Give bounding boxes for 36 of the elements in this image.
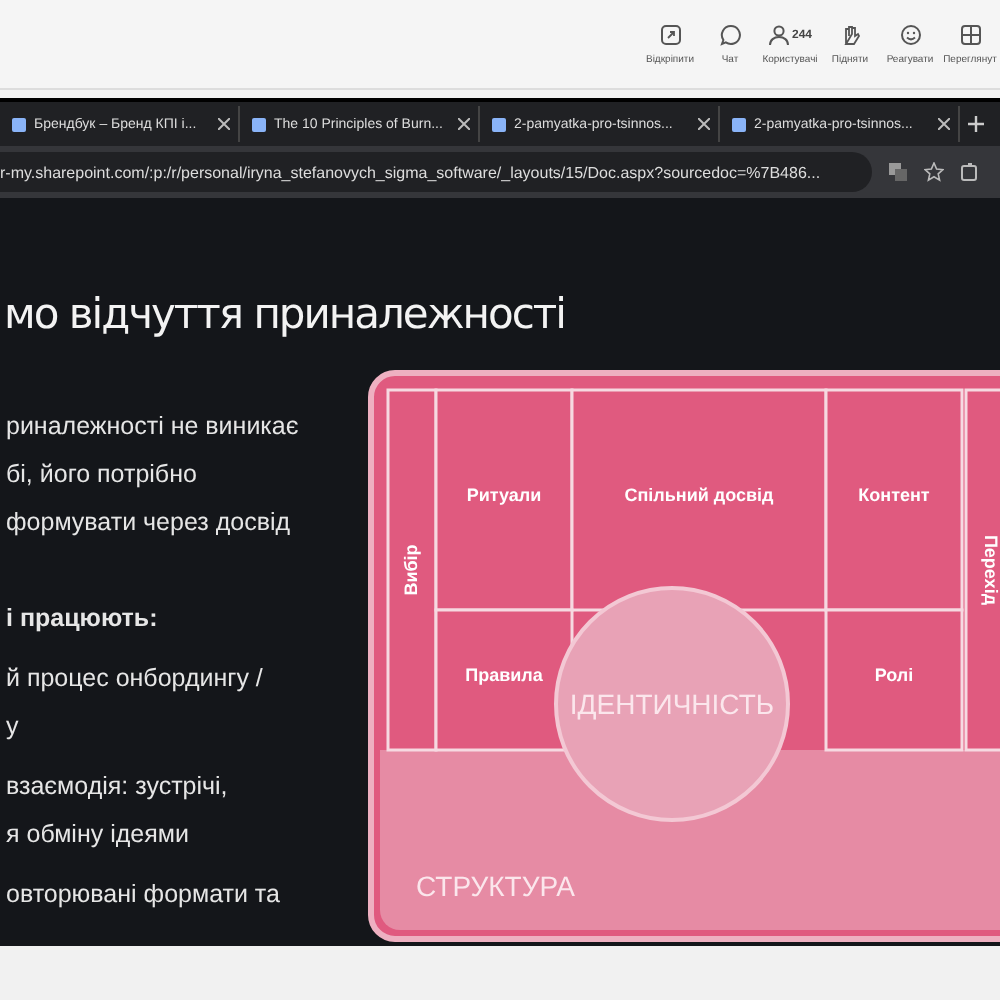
- hand-icon: [839, 24, 861, 46]
- new-tab-icon[interactable]: [968, 116, 984, 132]
- center-label: ІДЕНТИЧНІСТЬ: [569, 688, 775, 720]
- slide-text-line: у: [6, 710, 21, 744]
- grid-icon: [959, 24, 981, 46]
- structure-label: СТРУКТУРА: [416, 870, 575, 902]
- window-icon: [659, 24, 681, 46]
- chat-icon: [719, 24, 741, 46]
- extension-icon[interactable]: [960, 162, 980, 182]
- diagram-cell: Спільний досвід: [570, 388, 828, 612]
- favicon-icon: [252, 117, 266, 131]
- diagram-cell: Ритуали: [434, 388, 574, 612]
- diagram-cell: Перехід: [964, 388, 1000, 752]
- slide-text-line: формувати через досвід: [6, 506, 293, 540]
- favicon-icon: [732, 117, 746, 131]
- close-icon[interactable]: [938, 118, 950, 130]
- diagram-cell: Ролі: [824, 608, 964, 752]
- favicon-icon: [12, 117, 26, 131]
- slide-text-line: бі, його потрібно: [6, 458, 199, 492]
- close-icon[interactable]: [218, 118, 230, 130]
- diagram-cell: Правила: [434, 608, 574, 752]
- slide-text-line: взаємодія: зустрічі,: [6, 770, 230, 804]
- smiley-icon: [899, 24, 921, 46]
- close-icon[interactable]: [698, 118, 710, 130]
- close-icon[interactable]: [458, 118, 470, 130]
- slide-text-line: і працюють:: [6, 602, 160, 636]
- slide-text-line: я обміну ідеями: [6, 818, 191, 852]
- url-field[interactable]: r-my.sharepoint.com/:p:/r/personal/iryna_stefanovych_sigma_software/_layouts/15/Doc.aspx?sourcedoc=%7B486...: [0, 152, 872, 192]
- slide-title: мо відчуття приналежності: [2, 290, 567, 342]
- star-icon[interactable]: [924, 162, 944, 182]
- person-icon: [767, 24, 790, 46]
- diagram-cell: Вибір: [386, 388, 438, 752]
- favicon-icon: [492, 117, 506, 131]
- slide-text-line: риналежності не виникає: [6, 410, 301, 444]
- slide-text-line: й процес онбордингу /: [6, 662, 265, 696]
- slide-text-line: овторювані формати та: [6, 878, 282, 912]
